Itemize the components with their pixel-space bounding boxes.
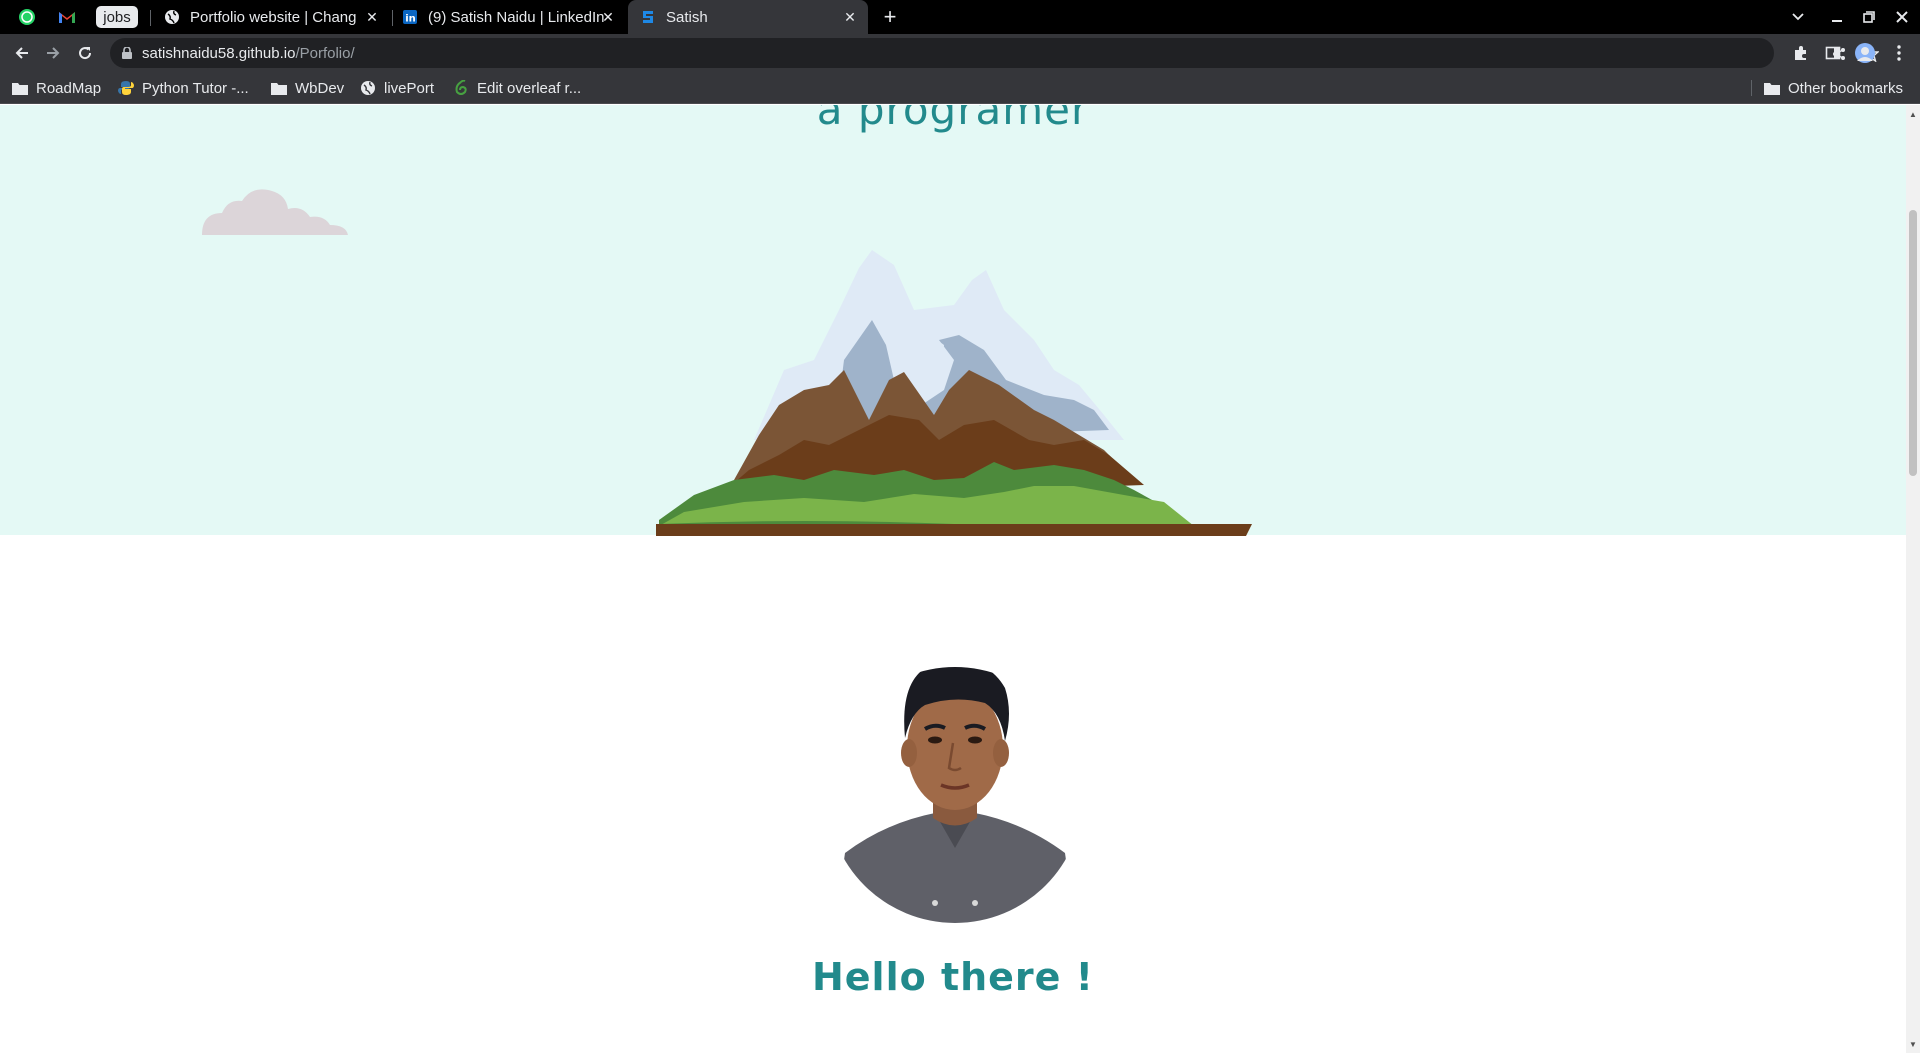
side-panel-button[interactable] xyxy=(1818,38,1848,68)
hero-section: a programer xyxy=(0,105,1906,536)
close-icon xyxy=(1896,11,1908,23)
page-viewport: a programer Hello there ! xyxy=(0,105,1906,1053)
tab-separator xyxy=(392,10,393,26)
bookmark-label: livePort xyxy=(384,79,435,97)
scrollbar-thumb[interactable] xyxy=(1909,210,1917,476)
pinned-tab-gmail[interactable] xyxy=(56,4,78,30)
bookmark-separator xyxy=(1751,80,1752,96)
arrow-right-icon xyxy=(47,47,60,59)
bookmark-label: Edit overleaf r... xyxy=(477,79,582,97)
globe-icon xyxy=(360,80,376,96)
arrow-left-icon xyxy=(15,47,28,59)
tab-linkedin[interactable]: in (9) Satish Naidu | LinkedIn ✕ xyxy=(394,0,626,34)
chevron-down-icon xyxy=(1792,13,1804,21)
bookmark-roadmap[interactable]: RoadMap xyxy=(12,72,101,104)
other-bookmarks-label: Other bookmarks xyxy=(1788,79,1904,97)
close-icon[interactable]: ✕ xyxy=(842,9,858,25)
side-panel-icon xyxy=(1825,46,1841,60)
cloud-illustration xyxy=(202,189,348,235)
close-icon[interactable]: ✕ xyxy=(364,9,380,25)
hero-subtitle: a programer xyxy=(816,105,1090,134)
back-button[interactable] xyxy=(7,38,37,68)
bookmark-wbdev[interactable]: WbDev xyxy=(271,72,344,104)
pinned-tab-jobs[interactable]: jobs xyxy=(96,6,138,28)
linkedin-icon: in xyxy=(402,9,418,25)
folder-icon xyxy=(271,80,287,96)
extensions-button[interactable] xyxy=(1786,38,1816,68)
scroll-down-arrow-icon[interactable]: ▼ xyxy=(1906,1037,1920,1051)
whatsapp-icon xyxy=(19,9,35,25)
reload-icon xyxy=(79,47,92,60)
kebab-menu-icon xyxy=(1897,45,1901,61)
greeting-heading: Hello there ! xyxy=(811,955,1095,999)
forward-button[interactable] xyxy=(38,38,68,68)
profile-photo xyxy=(827,667,1083,923)
mountain-illustration xyxy=(656,250,1252,536)
bookmark-label: RoadMap xyxy=(36,79,102,97)
new-tab-button[interactable]: + xyxy=(873,0,907,34)
tab-strip: jobs Portfolio website | Chang ✕ in (9) … xyxy=(0,0,1920,34)
bookmark-label: Python Tutor -... xyxy=(142,79,249,97)
url-path: /Porfolio/ xyxy=(295,44,355,62)
site-s-icon xyxy=(640,9,656,25)
minimize-icon xyxy=(1832,20,1842,22)
url-host: satishnaidu58.github.io xyxy=(142,44,296,62)
svg-text:in: in xyxy=(405,14,416,25)
plus-icon: + xyxy=(883,4,897,29)
restore-button[interactable] xyxy=(1852,0,1886,34)
tab-portfolio-website[interactable]: Portfolio website | Chang ✕ xyxy=(152,0,390,34)
folder-icon xyxy=(1764,80,1780,96)
browser-toolbar: satishnaidu58.github.io/Porfolio/ xyxy=(0,34,1920,72)
bookmark-python-tutor[interactable]: Python Tutor -... xyxy=(118,72,249,104)
browser-menu-button[interactable] xyxy=(1884,38,1914,68)
globe-icon xyxy=(164,9,180,25)
scroll-up-arrow-icon[interactable]: ▲ xyxy=(1906,107,1920,121)
tab-title: Satish xyxy=(666,8,708,26)
page-scrollbar[interactable]: ▲ ▼ xyxy=(1906,105,1920,1053)
restore-icon xyxy=(1863,11,1875,23)
gmail-icon xyxy=(59,12,75,23)
tab-search-button[interactable] xyxy=(1781,0,1815,34)
tab-separator xyxy=(150,10,151,26)
avatar xyxy=(1855,43,1875,63)
tab-satish-active[interactable]: Satish ✕ xyxy=(628,0,868,34)
pinned-tab-whatsapp[interactable] xyxy=(16,4,38,30)
close-icon[interactable]: ✕ xyxy=(600,9,616,25)
puzzle-icon xyxy=(1795,46,1806,60)
profile-avatar-button[interactable] xyxy=(1850,38,1880,68)
other-bookmarks[interactable]: Other bookmarks xyxy=(1764,72,1903,104)
jobs-tab-label: jobs xyxy=(103,8,131,26)
reload-button[interactable] xyxy=(70,38,100,68)
minimize-button[interactable] xyxy=(1820,0,1854,34)
tab-title: (9) Satish Naidu | LinkedIn xyxy=(428,8,604,26)
bookmarks-bar: RoadMap Python Tutor -... WbDev livePort… xyxy=(0,72,1920,104)
folder-icon xyxy=(12,80,28,96)
bookmark-liveport[interactable]: livePort xyxy=(360,72,434,104)
address-bar[interactable]: satishnaidu58.github.io/Porfolio/ xyxy=(110,38,1879,68)
bookmark-label: WbDev xyxy=(295,79,345,97)
python-icon xyxy=(118,80,134,96)
close-window-button[interactable] xyxy=(1885,0,1919,34)
tab-title: Portfolio website | Chang xyxy=(190,8,357,26)
overleaf-icon xyxy=(453,80,469,96)
lock-icon xyxy=(122,47,132,59)
bookmark-overleaf[interactable]: Edit overleaf r... xyxy=(453,72,581,104)
